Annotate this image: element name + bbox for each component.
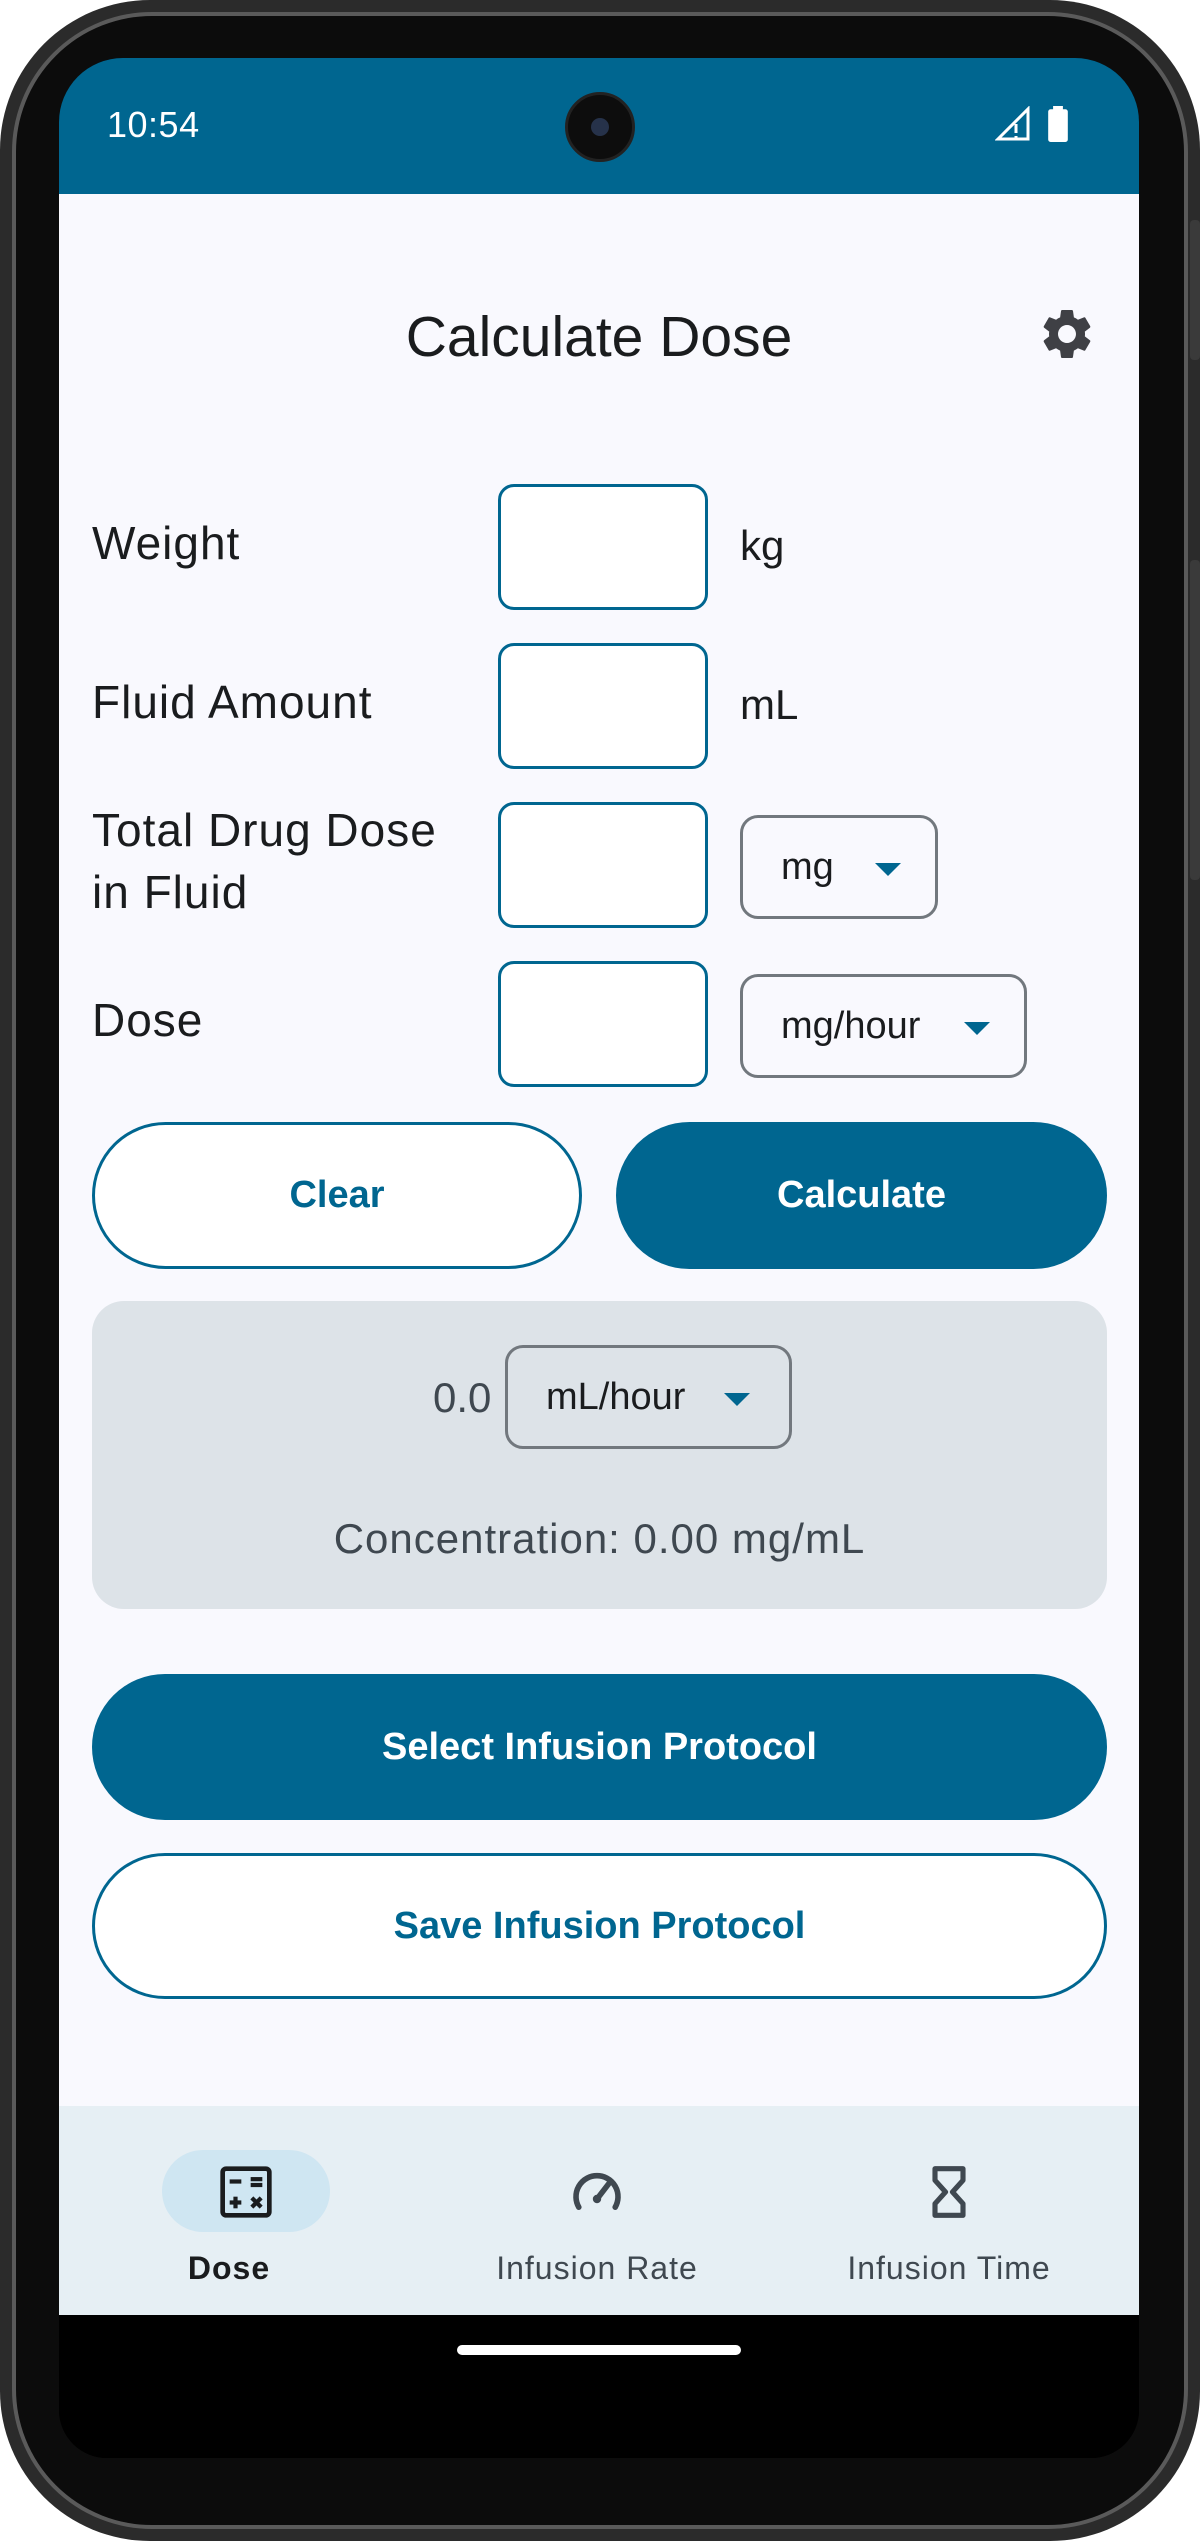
- fluid-amount-label: Fluid Amount: [92, 676, 373, 728]
- nav-label-dose: Dose: [187, 2250, 271, 2286]
- gear-icon[interactable]: [1037, 304, 1097, 364]
- weight-input[interactable]: [498, 484, 708, 610]
- result-unit-value: mL/hour: [546, 1375, 686, 1418]
- total-drug-dose-label: Total Drug Dose in Fluid: [92, 799, 437, 923]
- result-value: 0.0: [433, 1374, 492, 1421]
- bottom-navigation: Dose Infusion Rate Infusion Time: [59, 2106, 1139, 2315]
- calculator-icon: [220, 2166, 272, 2218]
- dose-unit-dropdown[interactable]: mg/hour: [740, 974, 1027, 1078]
- front-camera: [565, 92, 635, 162]
- hourglass-icon: [932, 2166, 966, 2218]
- drug-dose-unit-dropdown[interactable]: mg: [740, 815, 938, 919]
- save-infusion-protocol-button[interactable]: Save Infusion Protocol: [92, 1853, 1107, 1999]
- result-unit-dropdown[interactable]: mL/hour: [505, 1345, 792, 1449]
- clear-button[interactable]: Clear: [92, 1122, 582, 1269]
- drug-dose-unit-value: mg: [781, 845, 834, 888]
- weight-unit: kg: [740, 522, 785, 569]
- screen: 10:54 Calculate Dose Weight kg Fluid Amo…: [59, 58, 1139, 2458]
- fluid-amount-unit: mL: [740, 681, 799, 728]
- fluid-amount-input[interactable]: [498, 643, 708, 769]
- battery-icon: [1048, 106, 1068, 142]
- nav-item-infusion-time[interactable]: Infusion Time: [799, 2106, 1099, 2315]
- total-drug-dose-label-line1: Total Drug Dose: [92, 804, 437, 856]
- gesture-bar-area: [59, 2315, 1139, 2458]
- chevron-down-icon: [724, 1393, 750, 1406]
- total-drug-dose-input[interactable]: [498, 802, 708, 928]
- status-time: 10:54: [107, 104, 200, 145]
- chevron-down-icon: [964, 1022, 990, 1035]
- weight-label: Weight: [92, 517, 241, 569]
- concentration-text: Concentration: 0.00 mg/mL: [333, 1515, 866, 1562]
- status-bar: 10:54: [59, 58, 1139, 194]
- app-content: Calculate Dose Weight kg Fluid Amount mL…: [59, 194, 1139, 2264]
- device-frame: 10:54 Calculate Dose Weight kg Fluid Amo…: [0, 0, 1200, 2541]
- home-handle[interactable]: [457, 2345, 741, 2355]
- total-drug-dose-label-line2: in Fluid: [92, 866, 249, 918]
- chevron-down-icon: [875, 863, 901, 876]
- dose-unit-value: mg/hour: [781, 1004, 921, 1047]
- signal-icon: [995, 106, 1030, 141]
- power-button: [1190, 220, 1200, 360]
- dose-label: Dose: [92, 994, 204, 1046]
- calculate-button[interactable]: Calculate: [616, 1122, 1107, 1269]
- nav-item-dose[interactable]: Dose: [79, 2106, 379, 2315]
- page-title: Calculate Dose: [405, 305, 793, 369]
- nav-label-infusion-rate: Infusion Rate: [496, 2250, 698, 2286]
- nav-label-infusion-time: Infusion Time: [847, 2250, 1051, 2286]
- dose-input[interactable]: [498, 961, 708, 1087]
- status-icons: [995, 106, 1069, 142]
- speedometer-icon: [573, 2172, 621, 2210]
- select-infusion-protocol-button[interactable]: Select Infusion Protocol: [92, 1674, 1107, 1820]
- result-card: 0.0 mL/hour Concentration: 0.00 mg/mL: [92, 1301, 1107, 1609]
- volume-button: [1190, 560, 1200, 880]
- nav-item-infusion-rate[interactable]: Infusion Rate: [447, 2106, 747, 2315]
